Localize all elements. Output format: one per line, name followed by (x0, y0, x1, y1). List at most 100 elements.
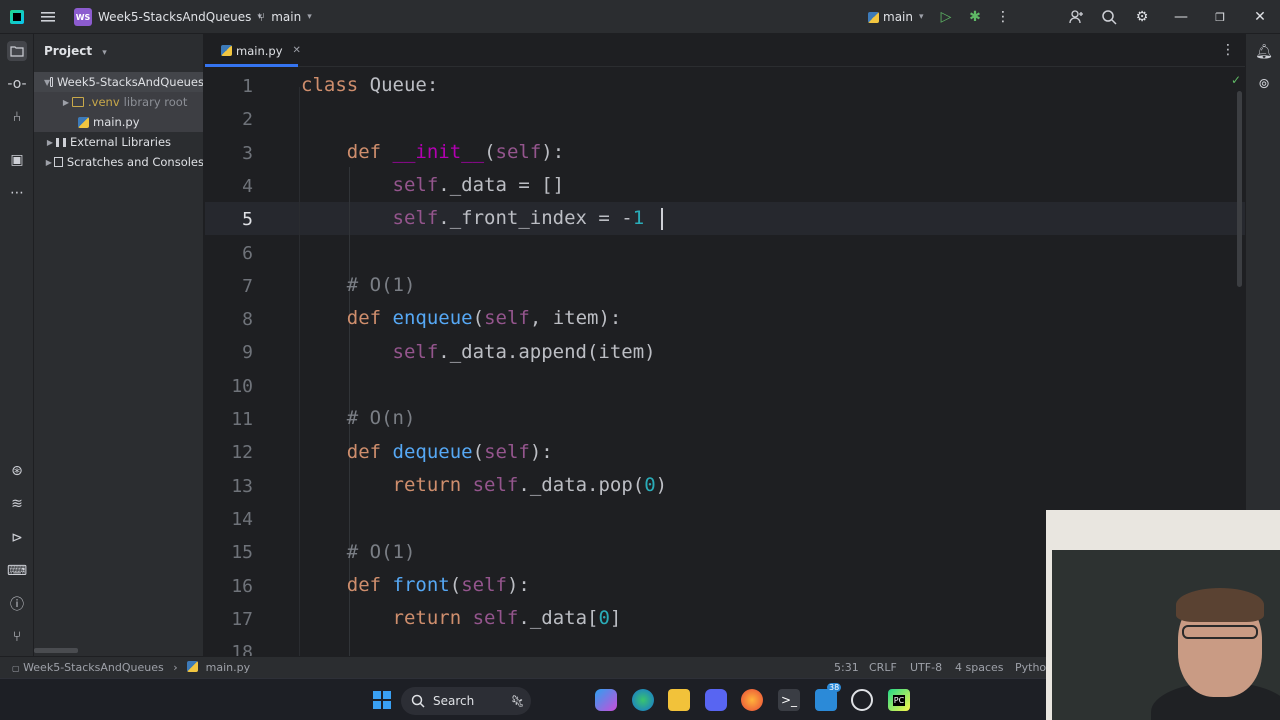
chevron-right-icon: › (173, 661, 178, 674)
tree-item-scratches[interactable]: ▶ Scratches and Consoles (34, 152, 204, 172)
tree-item-label: External Libraries (70, 135, 172, 149)
line-number: 9 (242, 342, 253, 364)
git-icon[interactable]: ⑂ (7, 627, 27, 647)
tree-item-external-libraries[interactable]: ▶ External Libraries (34, 132, 203, 152)
pull-requests-icon[interactable]: ⑃ (7, 107, 27, 127)
caret-position[interactable]: 5:31 (834, 661, 859, 674)
notifications-bell-icon[interactable]: 🔔︎ (1254, 42, 1274, 62)
close-icon[interactable]: ✕ (293, 45, 301, 56)
run-config-selector[interactable]: main ▾ (868, 0, 924, 34)
tree-item-label: main.py (93, 115, 140, 129)
python-interpreter[interactable]: Pytho (1015, 661, 1046, 674)
scratches-icon (53, 157, 63, 167)
line-number: 1 (242, 76, 253, 97)
line-number: 7 (242, 275, 253, 297)
app-with-badge-icon[interactable]: 38 (815, 683, 842, 711)
chevron-right-icon: ▶ (46, 137, 54, 147)
python-file-icon (78, 116, 89, 128)
text-caret (661, 208, 663, 230)
notification-badge: 38 (827, 683, 842, 692)
folder-icon: ▢ (12, 664, 20, 673)
layers-icon[interactable]: ≋ (7, 494, 27, 514)
file-explorer-icon[interactable] (668, 689, 690, 711)
more-actions-icon[interactable]: ⋮ (994, 8, 1012, 26)
line-number: 5 (242, 209, 253, 231)
project-panel-header[interactable]: Project ▾ (44, 44, 107, 58)
breadcrumb-file: main.py (205, 661, 251, 674)
firefox-icon[interactable] (741, 689, 763, 711)
python-file-icon (221, 45, 232, 56)
app-logo[interactable] (10, 0, 24, 34)
project-name: Week5-StacksAndQueues (98, 10, 252, 24)
minimize-window-icon[interactable]: — (1172, 8, 1190, 26)
line-ending[interactable]: CRLF (869, 661, 897, 674)
code-line-17: return self._data[0] (392, 607, 622, 629)
tab-options-icon[interactable]: ⋮ (1221, 42, 1235, 58)
inspection-ok-icon[interactable]: ✓ (1231, 73, 1241, 87)
search-icon[interactable] (1100, 8, 1118, 26)
line-number: 13 (231, 475, 253, 497)
code-line-7: # O(1) (346, 274, 416, 296)
more-tools-icon[interactable]: ⋯ (7, 183, 27, 203)
tree-item-label: Scratches and Consoles (66, 155, 204, 169)
discord-icon[interactable] (705, 689, 727, 711)
vertical-scrollbar[interactable] (1237, 91, 1242, 287)
tab-main-py[interactable]: main.py ✕ (215, 34, 307, 67)
code-line-9: self._data.append(item) (392, 341, 656, 363)
restore-window-icon[interactable]: ❐ (1211, 8, 1229, 26)
pycharm-icon[interactable]: PC (888, 689, 910, 711)
file-encoding[interactable]: UTF-8 (910, 661, 942, 674)
tree-item-label: Week5-StacksAndQueues (56, 75, 204, 89)
line-number: 10 (231, 375, 253, 397)
debug-icon[interactable]: ✱ (966, 8, 984, 26)
indent-setting[interactable]: 4 spaces (955, 661, 1004, 674)
obs-icon[interactable] (851, 689, 873, 711)
problems-icon[interactable]: ⓘ (7, 594, 27, 614)
editor-tabs: main.py ✕ ⋮ (205, 34, 1245, 67)
terminal-icon[interactable]: ⌨ (7, 561, 27, 581)
services-icon[interactable]: ⊳ (7, 528, 27, 548)
project-tool-icon[interactable] (7, 41, 27, 61)
line-number: 3 (242, 142, 253, 164)
python-file-icon (187, 661, 199, 672)
ai-assistant-icon[interactable]: ⊚ (1254, 74, 1274, 94)
project-badge: WS (74, 8, 92, 26)
tree-item-project-root[interactable]: ▼ Week5-StacksAndQueues (34, 72, 204, 92)
chevron-down-icon: ▾ (918, 12, 924, 22)
close-window-icon[interactable]: ✕ (1251, 8, 1269, 26)
line-number: 11 (231, 409, 253, 430)
webcam-overlay (1046, 510, 1280, 720)
code-line-13: return self._data.pop(0) (392, 474, 668, 496)
tab-label: main.py (236, 43, 283, 58)
run-icon[interactable]: ▷ (937, 8, 955, 26)
copilot-icon[interactable] (595, 689, 617, 711)
windows-start-icon[interactable] (371, 689, 393, 711)
library-icon (56, 137, 66, 147)
terminal-icon[interactable]: >_ (778, 689, 800, 711)
pycharm-logo-glyph: PC (892, 694, 906, 706)
settings-gear-icon[interactable]: ⚙ (1133, 8, 1151, 26)
python-packages-icon[interactable]: ⊛ (7, 461, 27, 481)
code-line-4: self._data = [] (392, 174, 565, 196)
add-user-icon[interactable] (1067, 8, 1085, 26)
library-root-hint: library root (123, 95, 188, 109)
line-number: 2 (242, 109, 253, 131)
edge-browser-icon[interactable] (632, 689, 654, 711)
structure-tool-icon[interactable]: ▣ (7, 150, 27, 170)
commit-tool-icon[interactable]: -o- (7, 74, 27, 94)
search-icon (411, 694, 425, 708)
horizontal-scrollbar[interactable] (34, 648, 78, 653)
search-label: Search (433, 694, 475, 708)
tree-item-main-py[interactable]: main.py (34, 112, 203, 132)
gutter-separator (299, 87, 300, 656)
line-number: 17 (231, 608, 253, 630)
folder-icon (72, 97, 84, 107)
tree-item-venv[interactable]: ▶ .venv library root (34, 92, 203, 112)
breadcrumb[interactable]: ▢ Week5-StacksAndQueues › main.py (12, 661, 250, 674)
code-line-5: self._front_index = -1 (392, 207, 645, 229)
branch-switcher[interactable]: ⑂ main ▾ (258, 0, 312, 34)
main-menu-icon[interactable] (40, 0, 56, 34)
project-switcher[interactable]: WS Week5-StacksAndQueues ▾ (74, 0, 262, 34)
taskbar-search[interactable]: Search 🦎︎ (401, 687, 531, 715)
python-icon (868, 11, 879, 23)
